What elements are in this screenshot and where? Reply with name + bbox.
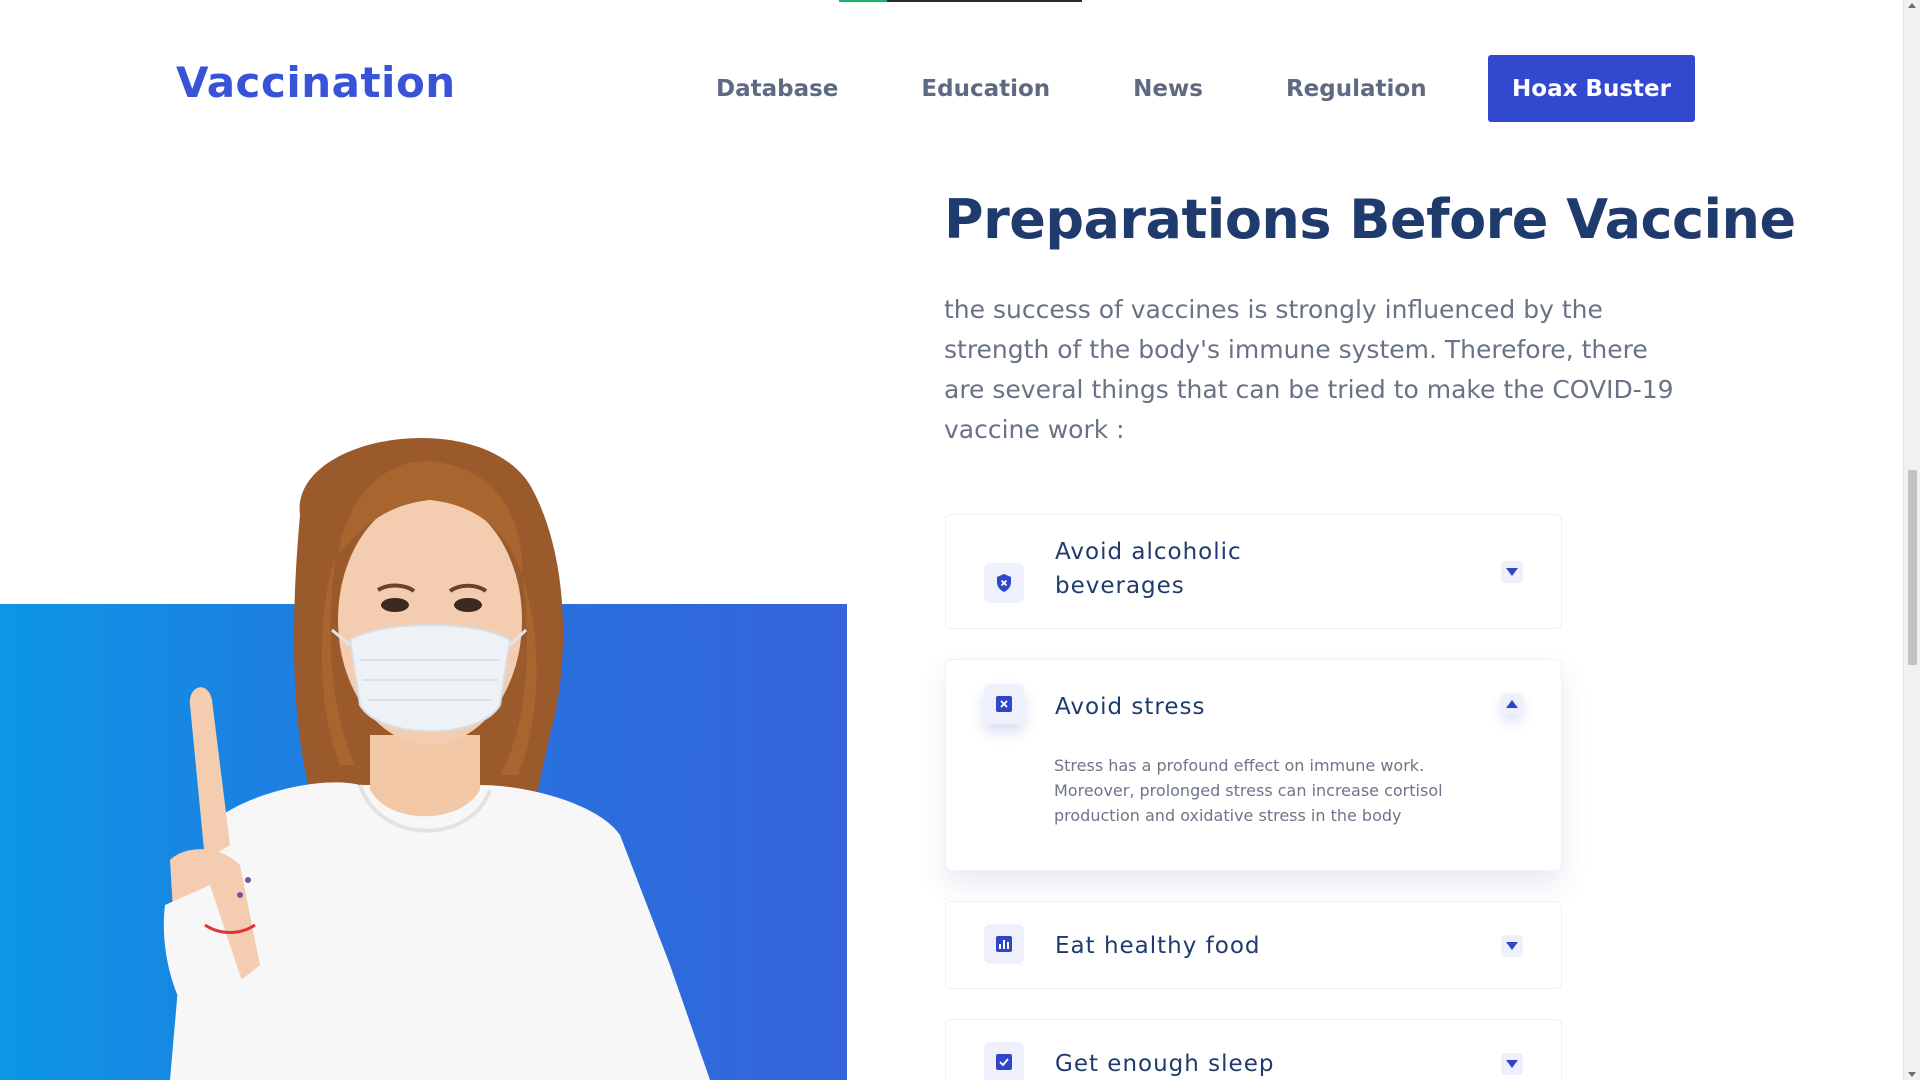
site-logo[interactable]: Vaccination <box>176 58 456 107</box>
page-scrollbar[interactable] <box>1903 0 1920 1080</box>
bar-chart-icon <box>984 924 1024 964</box>
accordion-item-alcohol[interactable]: Avoid alcoholic beverages <box>945 514 1562 629</box>
scrollbar-thumb[interactable] <box>1908 470 1917 665</box>
accordion-title: Avoid stress <box>1055 694 1206 720</box>
top-progress-bar <box>839 0 1082 2</box>
section-title: Preparations Before Vaccine <box>944 188 1796 251</box>
accordion-item-stress[interactable]: Avoid stress Stress has a profound effec… <box>945 659 1562 871</box>
hoax-buster-button[interactable]: Hoax Buster <box>1488 55 1695 122</box>
chevron-up-icon[interactable] <box>1501 693 1523 715</box>
woman-with-mask-illustration <box>163 437 710 1080</box>
section-intro: the success of vaccines is strongly infl… <box>944 295 1674 444</box>
check-square-icon <box>984 1042 1024 1080</box>
chevron-down-icon[interactable] <box>1501 561 1523 583</box>
nav-item-database[interactable]: Database <box>716 76 838 102</box>
top-progress-fill <box>839 0 887 2</box>
nav-item-education[interactable]: Education <box>921 76 1050 102</box>
accordion-title: Eat healthy food <box>1055 933 1261 959</box>
scroll-up-icon[interactable] <box>1908 3 1916 8</box>
accordion-title: Avoid alcoholic beverages <box>1055 539 1242 599</box>
nav-item-regulation[interactable]: Regulation <box>1286 76 1427 102</box>
chevron-down-icon[interactable] <box>1501 1053 1523 1075</box>
accordion-title: Get enough sleep <box>1055 1051 1275 1077</box>
shield-x-icon <box>984 563 1024 603</box>
accordion-item-sleep[interactable]: Get enough sleep <box>945 1019 1562 1080</box>
scroll-down-icon[interactable] <box>1908 1072 1916 1077</box>
nav-item-news[interactable]: News <box>1133 76 1203 102</box>
main-nav: Database Education News Regulation <box>716 55 1501 122</box>
x-square-icon <box>984 684 1024 724</box>
accordion-body: Stress has a profound effect on immune w… <box>1054 756 1443 825</box>
chevron-down-icon[interactable] <box>1501 935 1523 957</box>
accordion-item-healthy-food[interactable]: Eat healthy food <box>945 901 1562 989</box>
